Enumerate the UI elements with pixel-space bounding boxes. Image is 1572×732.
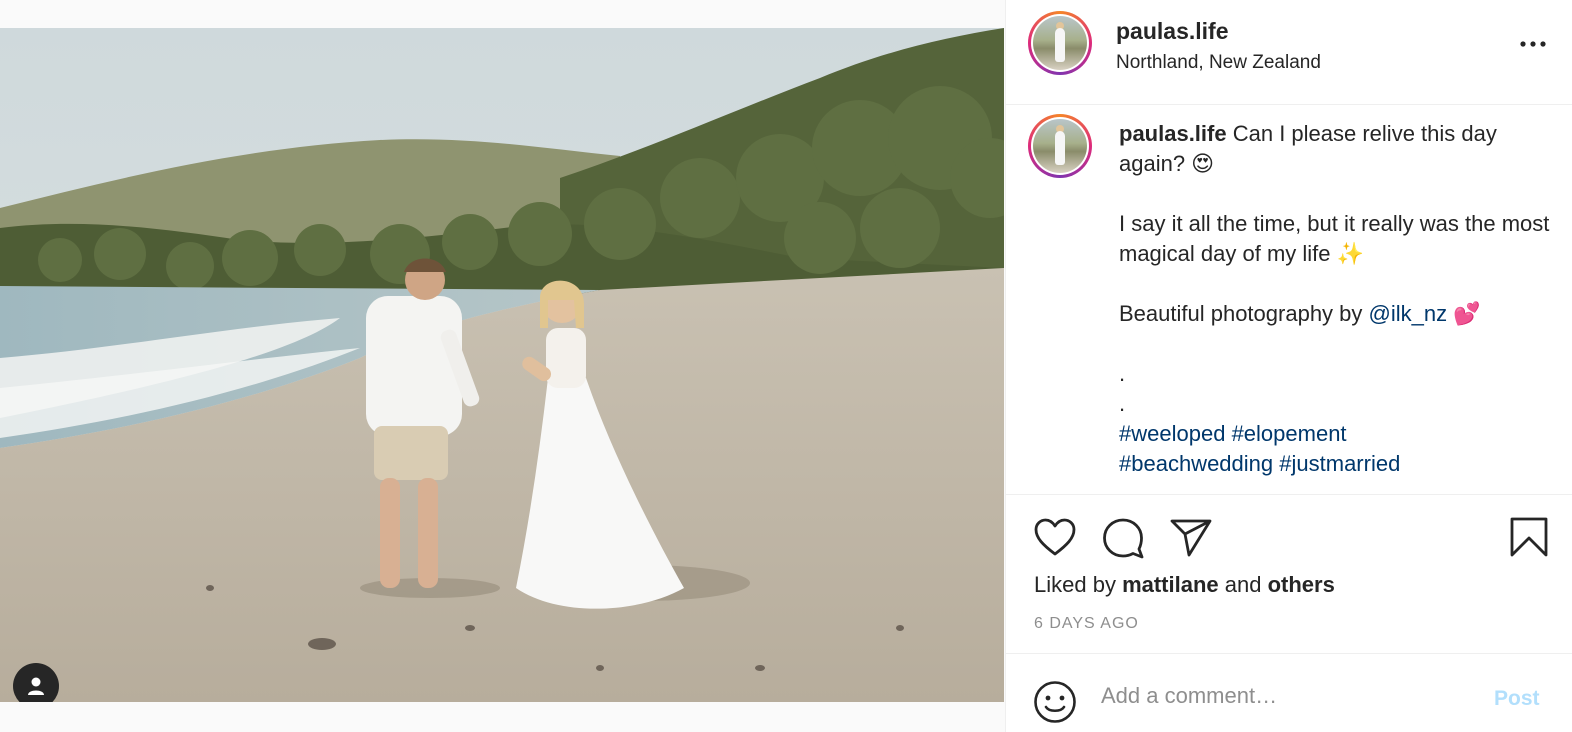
avatar — [1033, 119, 1087, 173]
caption-dot: . — [1119, 361, 1126, 386]
post-actions: Liked by mattilane and others 6 DAYS AGO — [1006, 494, 1572, 654]
post-side-panel: paulas.life Northland, New Zealand paula… — [1005, 0, 1572, 732]
save-button[interactable] — [1509, 516, 1549, 563]
comment-icon — [1103, 518, 1144, 559]
liked-by-others-link[interactable]: others — [1268, 572, 1335, 597]
bookmark-icon — [1510, 517, 1548, 557]
caption-line2: I say it all the time, but it really was… — [1119, 211, 1556, 266]
post-timestamp[interactable]: 6 DAYS AGO — [1034, 615, 1139, 633]
caption-line3-suffix: 💕 — [1447, 301, 1481, 326]
likes-summary: Liked by mattilane and others — [1034, 572, 1335, 597]
caption-section: paulas.life Can I please relive this day… — [1006, 105, 1572, 493]
beach-wedding-photo — [0, 28, 1004, 702]
caption-avatar[interactable] — [1028, 114, 1092, 178]
caption-dot: . — [1119, 391, 1126, 416]
post-username[interactable]: paulas.life — [1116, 18, 1228, 45]
hashtag-link[interactable]: #elopement — [1232, 421, 1347, 446]
hashtag-link[interactable]: #weeloped — [1119, 421, 1225, 446]
post-comment-button[interactable]: Post — [1494, 687, 1540, 711]
mention-link[interactable]: @ilk_nz — [1369, 301, 1448, 326]
hashtag-link[interactable]: #beachwedding — [1119, 451, 1273, 476]
emoji-smile-icon — [1034, 681, 1076, 723]
more-options-button[interactable] — [1518, 34, 1548, 54]
hashtag-link[interactable]: #justmarried — [1279, 451, 1400, 476]
post-header: paulas.life Northland, New Zealand — [1006, 0, 1572, 105]
heart-icon — [1034, 518, 1076, 556]
liked-by-user-link[interactable]: mattilane — [1122, 572, 1219, 597]
like-button[interactable] — [1033, 517, 1077, 562]
caption-username[interactable]: paulas.life — [1119, 121, 1227, 146]
caption-line3-prefix: Beautiful photography by — [1119, 301, 1369, 326]
post-photo[interactable] — [0, 28, 1004, 702]
comment-button[interactable] — [1101, 517, 1145, 564]
avatar — [1033, 16, 1087, 70]
comment-input[interactable] — [1101, 679, 1461, 713]
story-avatar[interactable] — [1028, 11, 1092, 75]
paper-plane-icon — [1170, 519, 1212, 557]
tagged-users-button[interactable] — [13, 663, 59, 702]
post-location[interactable]: Northland, New Zealand — [1116, 52, 1321, 74]
share-button[interactable] — [1169, 517, 1213, 562]
comment-bar: Post — [1006, 653, 1572, 732]
user-icon — [28, 677, 44, 695]
caption-text: paulas.life Can I please relive this day… — [1119, 119, 1559, 479]
more-horizontal-icon — [1520, 41, 1546, 47]
emoji-button[interactable] — [1033, 680, 1077, 729]
